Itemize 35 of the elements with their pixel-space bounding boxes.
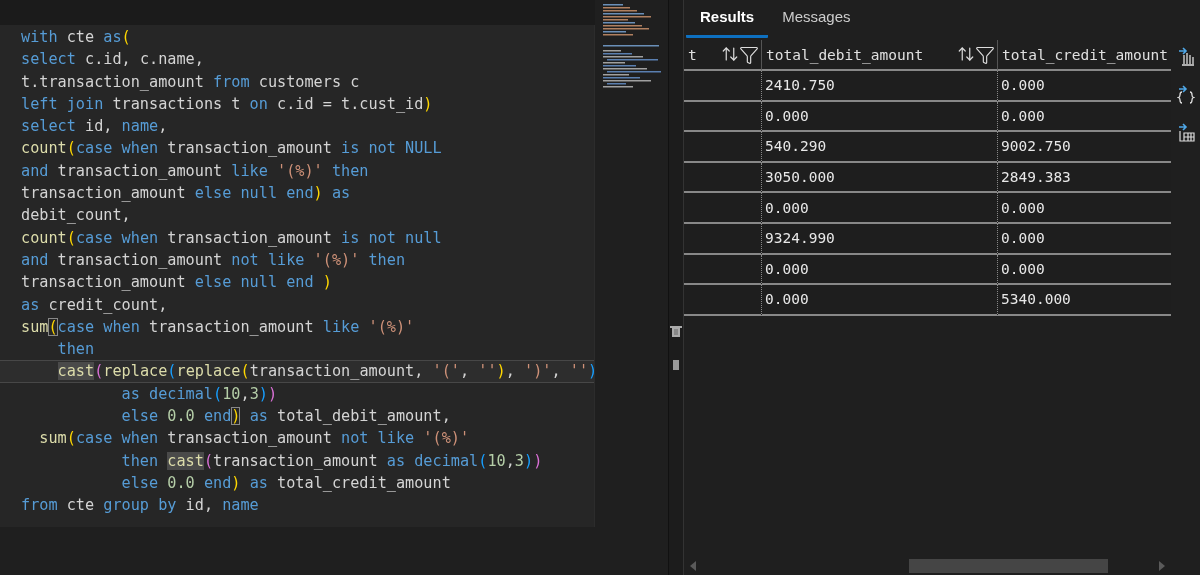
table-cell: 0.000 (761, 101, 997, 133)
column-header[interactable]: total_credit_amount (997, 40, 1171, 71)
table-cell: 0.000 (997, 71, 1171, 102)
filter-icon[interactable] (975, 44, 995, 65)
table-cell: 0.000 (761, 193, 997, 224)
table-cell: 0.000 (997, 223, 1171, 255)
export-json-icon[interactable] (1176, 84, 1195, 104)
scrollbar-thumb[interactable] (909, 559, 1108, 573)
column-title: total_credit_amount (1002, 46, 1168, 63)
export-table-icon[interactable] (1176, 122, 1195, 142)
column-header[interactable]: total_debit_amount (761, 40, 997, 71)
table-cell: 2849.383 (997, 162, 1171, 194)
table-cell: 0.000 (997, 101, 1171, 133)
scroll-left-icon[interactable] (690, 561, 696, 571)
table-cell: 9002.750 (997, 132, 1171, 163)
table-cell: 9324.990 (761, 223, 997, 255)
table-cell: 540.290 (761, 132, 997, 163)
table-cell: 5340.000 (997, 285, 1171, 316)
export-chart-icon[interactable] (1176, 46, 1195, 66)
column-title: total_debit_amount (766, 46, 924, 63)
sort-icon[interactable] (957, 44, 975, 63)
scroll-marker-icon (673, 360, 679, 370)
code-editor[interactable] (0, 25, 595, 527)
table-cell: 0.000 (997, 193, 1171, 224)
column-title: t (688, 46, 697, 63)
table-cell: 0.000 (761, 254, 997, 286)
table-cell: 0.000 (997, 254, 1171, 286)
scroll-right-icon[interactable] (1159, 561, 1165, 571)
table-cell: 2410.750 (761, 71, 997, 102)
results-tab[interactable]: Messages (768, 0, 865, 38)
table-cell: 3050.000 (761, 162, 997, 194)
table-cell: 0.000 (761, 285, 997, 316)
scroll-marker-icon (670, 326, 682, 338)
sort-icon[interactable] (721, 44, 739, 63)
filter-icon[interactable] (739, 44, 759, 65)
